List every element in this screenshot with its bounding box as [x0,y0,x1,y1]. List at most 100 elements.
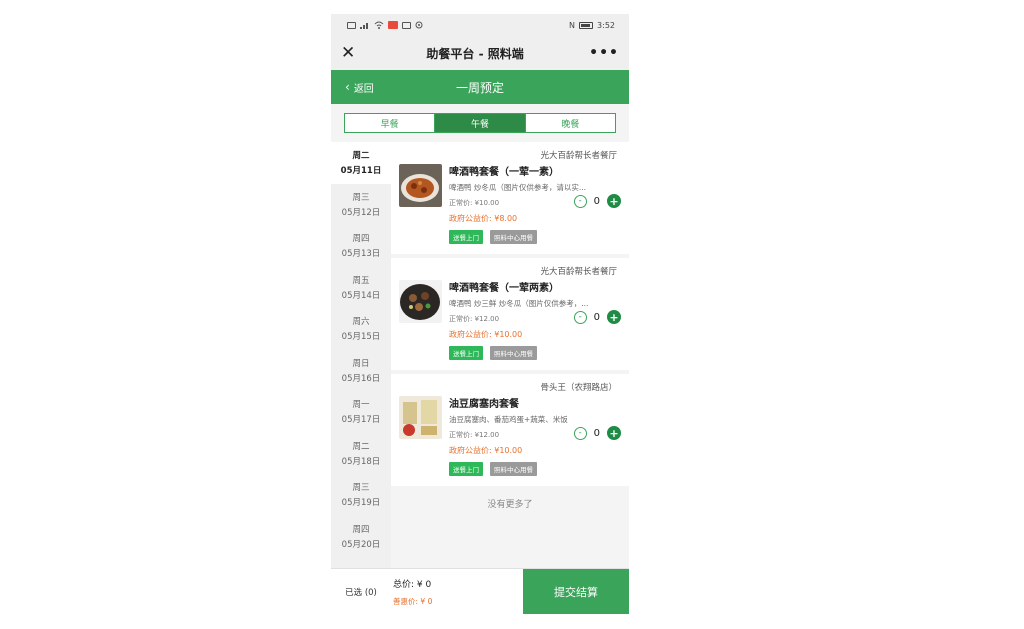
day-list: 周二 05月11日 周三 05月12日 周四 05月13日 周五 05月14日 … [331,142,391,568]
dish-card: 骨头王（农翔路店） 油豆腐塞肉套餐 油豆腐塞肉、番茄鸡蛋+蔬菜、米饭 正常价: … [391,374,629,486]
day-date: 05月18日 [341,456,381,467]
delivery-tag: 送餐上门 [449,346,483,360]
tag-group: 送餐上门 照料中心用餐 [449,462,537,476]
dish-description: 啤酒鸭 炒三鲜 炒冬瓜（图片仅供参考，... [449,299,589,308]
gov-price: 政府公益价: ¥10.00 [449,446,523,455]
dish-card: 光大百龄帮长者餐厅 啤酒鸭套餐（一荤两素） 啤酒鸭 炒三鲜 炒冬瓜（图片仅供参考… [391,258,629,370]
dish-card: 光大百龄帮长者餐厅 啤酒鸭套餐（一荤一素） 啤酒鸭 炒冬瓜（图片仅供参考，请以实… [391,142,629,254]
quantity-stepper: - 0 + [573,194,621,208]
day-date: 05月13日 [341,249,381,260]
day-item[interactable]: 周四 05月13日 [331,225,391,267]
day-item[interactable]: 周二 05月11日 [331,142,391,184]
tag-group: 送餐上门 照料中心用餐 [449,230,537,244]
quantity-value: 0 [593,311,600,323]
title-bar: ✕ 助餐平台 - 照料端 ••• [331,36,629,70]
tab-dinner[interactable]: 晚餐 [524,114,615,132]
phone-screen: N 3:52 ✕ 助餐平台 - 照料端 ••• ‹ 返回 一周预定 早餐 午餐 … [331,14,629,614]
main-content: 周二 05月11日 周三 05月12日 周四 05月13日 周五 05月14日 … [331,142,629,568]
day-item[interactable]: 周二 05月18日 [331,433,391,475]
back-button[interactable]: ‹ 返回 [345,80,374,95]
close-icon[interactable]: ✕ [341,43,361,63]
delivery-tag: 送餐上门 [449,230,483,244]
regular-price: 正常价: ¥12.00 [449,431,500,439]
chevron-left-icon: ‹ [345,80,350,94]
more-icon[interactable]: ••• [589,45,619,61]
app-title: 助餐平台 - 照料端 [426,46,524,61]
day-date: 05月20日 [341,539,381,550]
nfc-icon: N [569,20,576,30]
day-item[interactable]: 周六 05月15日 [331,308,391,350]
status-icons-left [347,21,423,29]
selected-count: 已选 (0) [345,587,377,598]
gov-price: 政府公益价: ¥8.00 [449,214,518,223]
clock: 3:52 [597,20,615,30]
nav-bar: ‹ 返回 一周预定 [331,70,629,104]
notification-icon [388,21,398,29]
dine-in-tag: 照料中心用餐 [490,230,537,244]
day-date: 05月16日 [341,373,381,384]
dish-description: 油豆腐塞肉、番茄鸡蛋+蔬菜、米饭 [449,415,568,424]
back-label: 返回 [353,83,374,95]
dish-name: 啤酒鸭套餐（一荤两素） [449,283,559,294]
plus-button[interactable]: + [607,194,621,208]
day-weekday: 周三 [352,192,370,203]
day-item[interactable]: 周一 05月17日 [331,391,391,433]
meal-tabs: 早餐 午餐 晚餐 [344,113,616,133]
dish-name: 油豆腐塞肉套餐 [449,399,519,410]
day-date: 05月12日 [341,207,381,218]
submit-button[interactable]: 提交结算 [523,569,629,614]
day-weekday: 周三 [352,483,370,494]
sync-icon [415,21,423,29]
delivery-tag: 送餐上门 [449,462,483,476]
dine-in-tag: 照料中心用餐 [490,346,537,360]
restaurant-name: 光大百龄帮长者餐厅 [540,267,617,277]
sim-icon [347,21,356,29]
regular-price: 正常价: ¥12.00 [449,315,500,323]
day-weekday: 周一 [352,400,370,411]
day-date: 05月11日 [340,166,382,177]
day-date: 05月14日 [341,290,381,301]
price-summary: 总价: ¥ 0 善惠价: ¥ 0 [391,569,523,614]
minus-button[interactable]: - [573,194,587,208]
page-title: 一周预定 [455,80,504,95]
day-date: 05月17日 [341,415,381,426]
day-item[interactable]: 周五 05月14日 [331,267,391,309]
quantity-stepper: - 0 + [573,426,621,440]
day-weekday: 周四 [352,234,370,245]
no-more-text: 没有更多了 [487,500,533,510]
total-price: 总价: ¥ 0 [393,579,432,590]
minus-button[interactable]: - [573,310,587,324]
signal-icon [360,21,370,29]
quantity-stepper: - 0 + [573,310,621,324]
dine-in-tag: 照料中心用餐 [490,462,537,476]
quantity-value: 0 [593,427,600,439]
day-weekday: 周五 [352,275,370,286]
meal-tabs-bar: 早餐 午餐 晚餐 [331,104,629,142]
plus-button[interactable]: + [607,310,621,324]
tag-group: 送餐上门 照料中心用餐 [449,346,537,360]
day-item[interactable]: 周三 05月12日 [331,184,391,226]
day-date: 05月19日 [341,498,381,509]
day-item[interactable]: 周四 05月20日 [331,516,391,558]
discount-price: 善惠价: ¥ 0 [393,596,433,606]
dish-name: 啤酒鸭套餐（一荤一素） [449,167,559,178]
tab-breakfast[interactable]: 早餐 [345,114,435,132]
dish-photo [399,396,442,439]
dish-list: 光大百龄帮长者餐厅 啤酒鸭套餐（一荤一素） 啤酒鸭 炒冬瓜（图片仅供参考，请以实… [391,142,629,568]
minus-button[interactable]: - [573,426,587,440]
dish-description: 啤酒鸭 炒冬瓜（图片仅供参考，请以实... [449,183,587,192]
restaurant-name: 光大百龄帮长者餐厅 [540,151,617,161]
app-icon [402,21,411,29]
battery-icon [579,21,594,29]
plus-button[interactable]: + [607,426,621,440]
day-item[interactable]: 周五 [331,557,391,568]
day-weekday: 周四 [352,524,370,535]
tab-lunch[interactable]: 午餐 [434,114,525,132]
day-weekday: 周日 [352,358,370,369]
day-item[interactable]: 周三 05月19日 [331,474,391,516]
status-icons-right: N 3:52 [569,21,615,30]
day-weekday: 周六 [352,317,370,328]
gov-price: 政府公益价: ¥10.00 [449,330,523,339]
wifi-icon [374,21,384,29]
day-item[interactable]: 周日 05月16日 [331,350,391,392]
